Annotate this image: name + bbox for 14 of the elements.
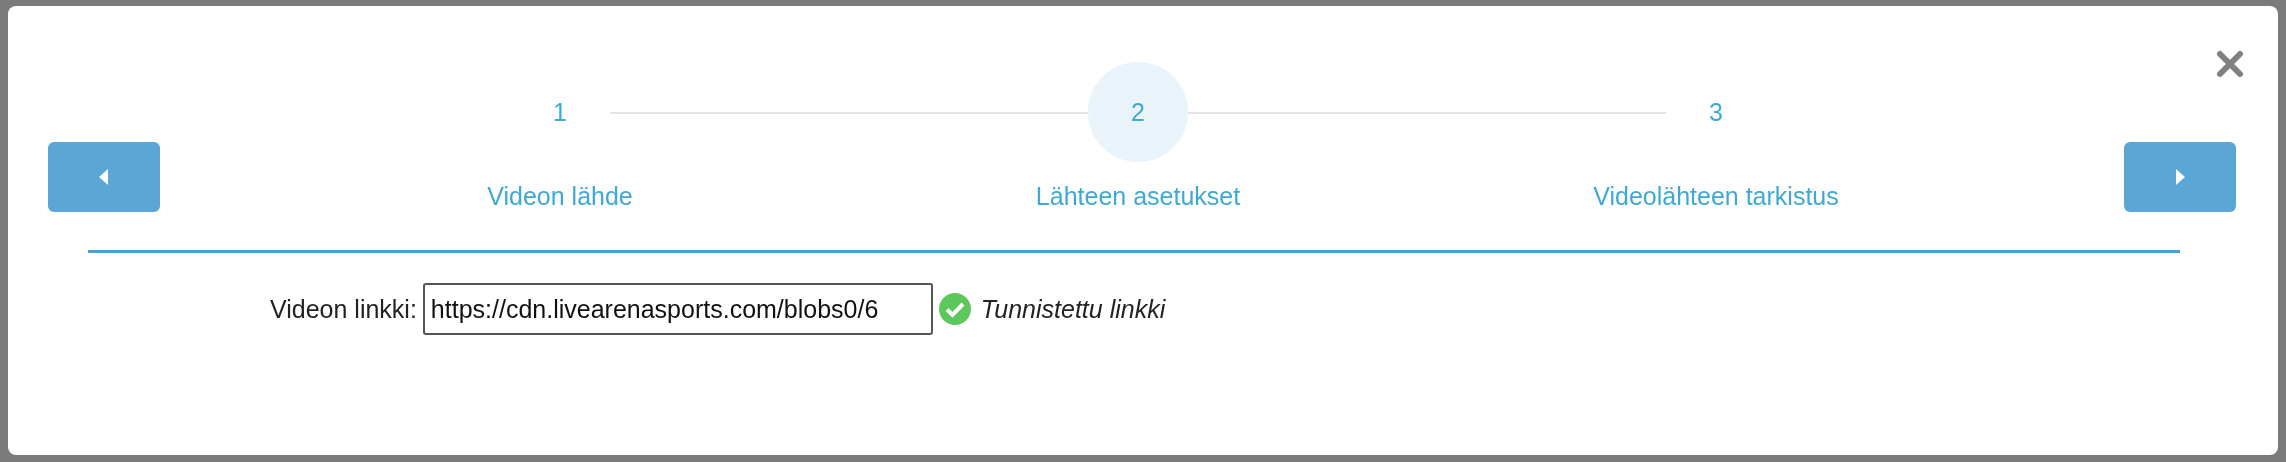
field-label: Videon linkki: [270,294,417,324]
step-label[interactable]: Videon lähde [487,182,633,211]
caret-right-icon [2175,169,2185,185]
status-text: Tunnistettu linkki [980,294,1166,324]
step-number[interactable]: 2 [1088,62,1188,162]
video-link-field[interactable]: https://cdn.livearenasports.com/blobs0/6 [422,283,933,335]
close-button[interactable] [2216,50,2244,78]
step-label[interactable]: Lähteen asetukset [1035,182,1241,211]
step-number[interactable]: 3 [1666,62,1766,162]
step-number[interactable]: 1 [510,62,610,162]
next-button[interactable] [2124,142,2236,212]
caret-left-icon [99,169,109,185]
previous-button[interactable] [48,142,160,212]
step-label[interactable]: Videolähteen tarkistus [1593,182,1839,211]
